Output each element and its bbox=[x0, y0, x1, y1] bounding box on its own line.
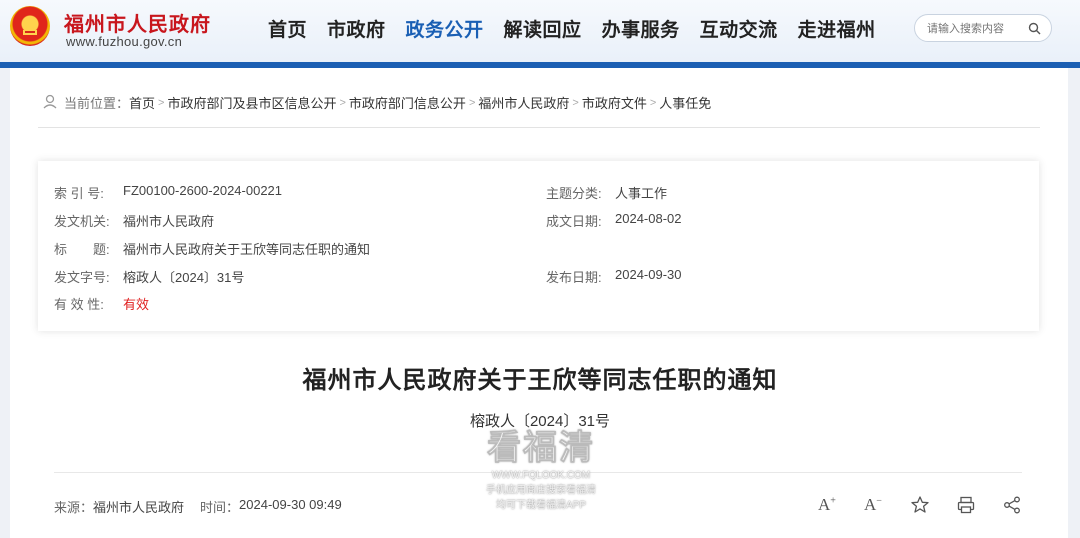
nav-item-open-affairs[interactable]: 政务公开 bbox=[406, 15, 484, 42]
nav-item-interaction[interactable]: 互动交流 bbox=[700, 15, 778, 42]
main-nav: 首页 市政府 政务公开 解读回应 办事服务 互动交流 走进福州 bbox=[268, 15, 896, 42]
nav-item-about-fuzhou[interactable]: 走进福州 bbox=[798, 15, 876, 42]
chevron-right-icon: > bbox=[649, 96, 657, 109]
breadcrumb-label: 当前位置： bbox=[64, 96, 130, 111]
chevron-right-icon: > bbox=[339, 96, 346, 109]
search-input[interactable] bbox=[927, 20, 1027, 37]
title-label: 标 题: bbox=[54, 242, 110, 257]
site-header: 福州市人民政府 www.fuzhou.gov.cn 首页 市政府 政务公开 解读… bbox=[0, 0, 1080, 62]
share-icon[interactable] bbox=[1002, 495, 1024, 515]
font-increase-glyph: A bbox=[818, 495, 831, 514]
breadcrumb-item-documents[interactable]: 市政府文件 bbox=[582, 93, 647, 112]
print-icon[interactable] bbox=[956, 495, 978, 515]
info-issuer-row: 发文机关: 福州市人民政府 bbox=[54, 211, 214, 230]
location-icon bbox=[42, 93, 58, 112]
nav-item-interpretation[interactable]: 解读回应 bbox=[504, 15, 582, 42]
site-name[interactable]: 福州市人民政府 bbox=[64, 8, 211, 37]
topic-value: 人事工作 bbox=[615, 186, 668, 201]
issuer-value: 福州市人民政府 bbox=[123, 214, 215, 229]
written-date-label: 成文日期: bbox=[546, 214, 602, 229]
index-label: 索 引 号: bbox=[54, 186, 104, 201]
font-increase-button[interactable]: A+ bbox=[818, 495, 840, 515]
source-value: 福州市人民政府 bbox=[93, 500, 185, 515]
published-date-label: 发布日期: bbox=[546, 270, 602, 285]
nav-item-home[interactable]: 首页 bbox=[268, 15, 307, 42]
index-value: FZ00100-2600-2024-00221 bbox=[123, 183, 283, 198]
breadcrumb-item-dept-info[interactable]: 市政府部门信息公开 bbox=[349, 93, 466, 112]
title-value: 福州市人民政府关于王欣等同志任职的通知 bbox=[123, 242, 371, 257]
article-meta: 来源： 福州市人民政府 时间： 2024-09-30 09:49 bbox=[54, 497, 342, 516]
nav-item-services[interactable]: 办事服务 bbox=[602, 15, 680, 42]
site-url: www.fuzhou.gov.cn bbox=[66, 34, 183, 49]
breadcrumb: 当前位置： 首页 > 市政府部门及县市区信息公开 > 市政府部门信息公开 > 福… bbox=[42, 93, 711, 112]
breadcrumb-item-dept-county[interactable]: 市政府部门及县市区信息公开 bbox=[167, 93, 336, 112]
search-box bbox=[914, 14, 1052, 42]
breadcrumb-item-city-government[interactable]: 福州市人民政府 bbox=[478, 93, 569, 112]
published-date-value: 2024-09-30 bbox=[615, 267, 682, 282]
article-doc-number: 榕政人〔2024〕31号 bbox=[469, 413, 611, 430]
source-label: 来源： bbox=[54, 500, 94, 515]
info-topic-row: 主题分类: 人事工作 bbox=[546, 183, 667, 202]
nav-item-government[interactable]: 市政府 bbox=[327, 15, 386, 42]
chevron-right-icon: > bbox=[158, 96, 165, 109]
article-toolbar: A+ A− bbox=[818, 495, 1048, 515]
favorite-star-icon[interactable] bbox=[910, 495, 932, 515]
plus-icon: + bbox=[830, 495, 836, 507]
breadcrumb-item-home[interactable]: 首页 bbox=[129, 93, 155, 112]
font-decrease-button[interactable]: A− bbox=[864, 495, 886, 515]
chevron-right-icon: > bbox=[572, 96, 579, 109]
info-validity-row: 有 效 性: 有效 bbox=[54, 294, 149, 313]
minus-icon: − bbox=[876, 495, 882, 507]
time-label: 时间： bbox=[200, 500, 240, 515]
divider bbox=[38, 127, 1040, 128]
chevron-right-icon: > bbox=[468, 96, 476, 109]
info-doc-number-row: 发文字号: 榕政人〔2024〕31号 bbox=[54, 267, 244, 286]
article-title: 福州市人民政府关于王欣等同志任职的通知 bbox=[302, 367, 778, 394]
issuer-label: 发文机关: bbox=[54, 214, 110, 229]
validity-value: 有效 bbox=[123, 297, 150, 312]
font-decrease-glyph: A bbox=[864, 495, 877, 514]
document-info-card: 索 引 号: FZ00100-2600-2024-00221 主题分类: 人事工… bbox=[38, 161, 1039, 331]
validity-label: 有 效 性: bbox=[54, 297, 104, 312]
national-emblem-icon bbox=[10, 6, 50, 46]
doc-number-label: 发文字号: bbox=[54, 270, 110, 285]
breadcrumb-item-appointments[interactable]: 人事任免 bbox=[659, 93, 711, 112]
info-written-date-row: 成文日期: 2024-08-02 bbox=[546, 211, 682, 230]
search-icon[interactable] bbox=[1028, 22, 1041, 40]
topic-label: 主题分类: bbox=[546, 186, 602, 201]
info-title-row: 标 题: 福州市人民政府关于王欣等同志任职的通知 bbox=[54, 239, 370, 258]
info-published-date-row: 发布日期: 2024-09-30 bbox=[546, 267, 682, 286]
written-date-value: 2024-08-02 bbox=[615, 211, 682, 226]
time-value: 2024-09-30 09:49 bbox=[239, 497, 342, 512]
doc-number-value: 榕政人〔2024〕31号 bbox=[123, 270, 245, 285]
info-index-row: 索 引 号: FZ00100-2600-2024-00221 bbox=[54, 183, 282, 202]
divider bbox=[54, 472, 1022, 473]
